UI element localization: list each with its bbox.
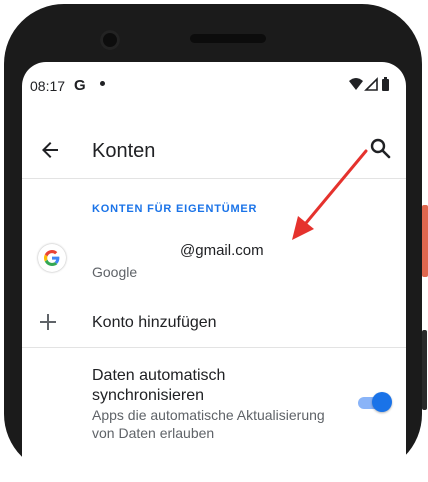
search-icon[interactable] [368, 136, 392, 160]
add-account-button[interactable]: Konto hinzufügen [22, 302, 406, 346]
appbar-divider [22, 178, 406, 179]
status-bar: 08:17 G [22, 62, 406, 106]
plus-icon [40, 314, 56, 330]
account-type: Google [92, 264, 138, 280]
status-icons [349, 77, 389, 91]
auto-sync-title: Daten automatisch synchronisieren [92, 367, 226, 404]
screen: 08:17 G Konten KONTEN FÜR EIGENTÜMER @gm… [22, 62, 406, 482]
power-button [422, 205, 428, 277]
section-divider [22, 347, 406, 348]
auto-sync-toggle[interactable] [356, 392, 392, 412]
arrow-back-icon[interactable] [38, 138, 62, 162]
section-header: KONTEN FÜR EIGENTÜMER [92, 203, 258, 215]
notification-dot [100, 81, 105, 86]
earpiece-speaker [190, 34, 266, 43]
status-time: 08:17 [30, 78, 66, 94]
front-camera [100, 30, 120, 50]
add-account-label: Konto hinzufügen [92, 314, 217, 331]
app-bar: Konten [22, 124, 406, 180]
google-logo-icon [38, 244, 66, 272]
account-email: @gmail.com [180, 242, 264, 259]
volume-button [422, 330, 427, 410]
phone-frame: 08:17 G Konten KONTEN FÜR EIGENTÜMER @gm… [0, 0, 428, 482]
google-notification-icon: G [74, 77, 86, 94]
cell-signal-icon [364, 77, 378, 91]
wifi-icon [349, 78, 363, 90]
auto-sync-setting[interactable]: Daten automatisch synchronisieren Apps d… [22, 360, 406, 450]
toggle-thumb [372, 392, 392, 412]
battery-icon [382, 77, 389, 91]
account-item[interactable]: @gmail.com Google [22, 234, 406, 290]
page-title: Konten [92, 140, 156, 162]
auto-sync-subtitle: Apps die automatische Aktualisierung von… [92, 407, 325, 441]
